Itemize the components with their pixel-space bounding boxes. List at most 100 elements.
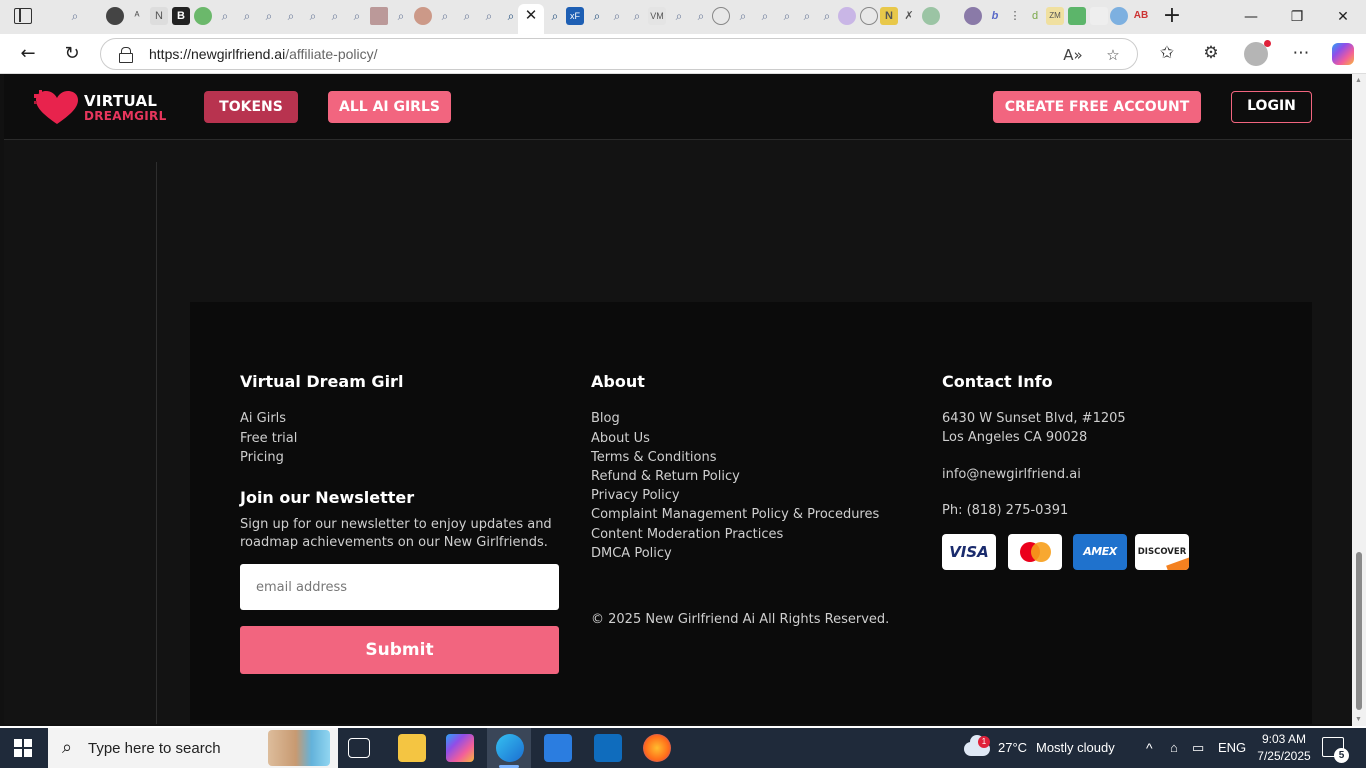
globe-tab-icon[interactable] bbox=[860, 7, 878, 25]
weather-description[interactable]: Mostly cloudy bbox=[1036, 728, 1115, 768]
tab-favicon-icon[interactable]: N bbox=[880, 7, 898, 25]
tab-favicon-icon[interactable]: ⋮ bbox=[1006, 7, 1024, 25]
firefox-icon[interactable] bbox=[643, 734, 671, 762]
refresh-icon[interactable]: ↻ bbox=[58, 40, 86, 68]
tab-favicon-icon[interactable]: ZM bbox=[1046, 7, 1064, 25]
footer-link-ai-girls[interactable]: Ai Girls bbox=[240, 411, 286, 426]
edge-browser-icon[interactable] bbox=[496, 734, 524, 762]
footer-link-blog[interactable]: Blog bbox=[591, 411, 620, 426]
footer-link-dmca-policy[interactable]: DMCA Policy bbox=[591, 546, 672, 561]
copilot-icon[interactable] bbox=[1332, 43, 1354, 65]
search-tab-icon[interactable]: ⌕ bbox=[546, 7, 564, 25]
footer-link-about-us[interactable]: About Us bbox=[591, 431, 650, 446]
footer-link-terms[interactable]: Terms & Conditions bbox=[591, 450, 717, 465]
taskbar-clock[interactable]: 9:03 AM 7/25/2025 bbox=[1256, 731, 1312, 765]
search-tab-icon[interactable]: ⌕ bbox=[282, 7, 300, 25]
tab-close-icon[interactable]: ✕ bbox=[522, 6, 540, 26]
search-tab-icon[interactable]: ⌕ bbox=[458, 7, 476, 25]
tab-actions-icon[interactable] bbox=[14, 8, 32, 24]
tab-favicon-icon[interactable]: ᴬ bbox=[128, 7, 146, 25]
search-tab-icon[interactable]: ⌕ bbox=[392, 7, 410, 25]
new-tab-button[interactable]: + bbox=[1160, 4, 1184, 28]
mail-tab-icon[interactable] bbox=[370, 7, 388, 25]
openai-tab-icon[interactable] bbox=[106, 7, 124, 25]
search-tab-icon[interactable]: ⌕ bbox=[628, 7, 646, 25]
all-ai-girls-button[interactable]: ALL AI GIRLS bbox=[328, 91, 451, 123]
login-button[interactable]: LOGIN bbox=[1231, 91, 1312, 123]
footer-link-privacy-policy[interactable]: Privacy Policy bbox=[591, 488, 680, 503]
microsoft-store-icon[interactable] bbox=[544, 734, 572, 762]
search-tab-icon[interactable]: ⌕ bbox=[588, 7, 606, 25]
search-tab-icon[interactable]: ⌕ bbox=[670, 7, 688, 25]
cookie-tab-icon[interactable] bbox=[414, 7, 432, 25]
search-tab-icon[interactable]: ⌕ bbox=[798, 7, 816, 25]
tokens-button[interactable]: TOKENS bbox=[204, 91, 298, 123]
footer-link-pricing[interactable]: Pricing bbox=[240, 450, 284, 465]
search-tab-icon[interactable]: ⌕ bbox=[216, 7, 234, 25]
notion-tab-icon[interactable]: N bbox=[150, 7, 168, 25]
scroll-up-arrow-icon[interactable]: ▲ bbox=[1355, 77, 1362, 84]
address-bar[interactable]: https://newgirlfriend.ai/affiliate-polic… bbox=[100, 38, 1138, 70]
tab-favicon-icon[interactable]: ✗ bbox=[900, 7, 918, 25]
tab-favicon-icon[interactable]: d bbox=[1026, 7, 1044, 25]
search-tab-icon[interactable]: ⌕ bbox=[326, 7, 344, 25]
site-logo[interactable]: VIRTUAL DREAMGIRL bbox=[32, 88, 172, 126]
outlook-icon[interactable] bbox=[594, 734, 622, 762]
more-menu-icon[interactable]: ⋯ bbox=[1288, 40, 1314, 66]
search-tab-icon[interactable]: ⌕ bbox=[692, 7, 710, 25]
tab-favicon-icon[interactable] bbox=[964, 7, 982, 25]
back-arrow-icon[interactable]: ← bbox=[14, 40, 42, 68]
tab-favicon-icon[interactable] bbox=[922, 7, 940, 25]
search-tab-icon[interactable]: ⌕ bbox=[436, 7, 454, 25]
maximize-button[interactable]: ❐ bbox=[1274, 0, 1320, 34]
taskbar-search-box[interactable]: ⌕ Type here to search bbox=[48, 728, 338, 768]
lock-icon[interactable] bbox=[119, 47, 133, 63]
excel-tab-icon[interactable]: xF bbox=[566, 7, 584, 25]
language-indicator[interactable]: ENG bbox=[1218, 728, 1246, 768]
create-free-account-button[interactable]: CREATE FREE ACCOUNT bbox=[993, 91, 1201, 123]
search-tab-icon[interactable]: ⌕ bbox=[260, 7, 278, 25]
footer-link-refund-policy[interactable]: Refund & Return Policy bbox=[591, 469, 740, 484]
search-tab-icon[interactable]: ⌕ bbox=[304, 7, 322, 25]
search-tab-icon[interactable]: ⌕ bbox=[734, 7, 752, 25]
favorite-star-icon[interactable]: ☆ bbox=[1101, 43, 1125, 67]
profile-avatar[interactable] bbox=[1244, 40, 1271, 66]
vm-tab-icon[interactable]: VM bbox=[648, 7, 666, 25]
tab-favicon-icon[interactable] bbox=[1068, 7, 1086, 25]
newsletter-email-input[interactable] bbox=[240, 564, 559, 610]
battery-icon[interactable]: ▭ bbox=[1192, 728, 1204, 768]
tab-favicon-icon[interactable]: b bbox=[986, 7, 1004, 25]
close-window-button[interactable]: ✕ bbox=[1320, 0, 1366, 34]
read-aloud-icon[interactable]: A» bbox=[1061, 43, 1085, 67]
search-tab-icon[interactable]: ⌕ bbox=[608, 7, 626, 25]
minimize-button[interactable]: — bbox=[1228, 0, 1274, 34]
windows-start-icon[interactable] bbox=[14, 739, 32, 757]
globe-tab-icon[interactable] bbox=[712, 7, 730, 25]
page-scrollbar[interactable]: ▲ ▼ bbox=[1352, 74, 1366, 726]
search-tab-icon[interactable]: ⌕ bbox=[66, 7, 84, 25]
network-icon[interactable]: ⌂ bbox=[1170, 728, 1178, 768]
task-view-icon[interactable] bbox=[348, 738, 370, 758]
footer-link-complaint-policy[interactable]: Complaint Management Policy & Procedures bbox=[591, 507, 879, 522]
tab-favicon-icon[interactable]: AB bbox=[1132, 7, 1150, 25]
scroll-down-arrow-icon[interactable]: ▼ bbox=[1355, 716, 1362, 723]
search-tab-icon[interactable]: ⌕ bbox=[238, 7, 256, 25]
maps-tab-icon[interactable] bbox=[194, 7, 212, 25]
show-hidden-icons-chevron[interactable]: ^ bbox=[1146, 728, 1153, 768]
search-tab-icon[interactable]: ⌕ bbox=[778, 7, 796, 25]
contact-email-link[interactable]: info@newgirlfriend.ai bbox=[942, 467, 1081, 482]
footer-link-content-moderation[interactable]: Content Moderation Practices bbox=[591, 527, 783, 542]
tab-favicon-icon[interactable] bbox=[838, 7, 856, 25]
search-tab-icon[interactable]: ⌕ bbox=[756, 7, 774, 25]
search-tab-icon[interactable]: ⌕ bbox=[348, 7, 366, 25]
url-text[interactable]: https://newgirlfriend.ai/affiliate-polic… bbox=[149, 46, 378, 62]
search-tab-icon[interactable]: ⌕ bbox=[818, 7, 836, 25]
favorites-icon[interactable]: ✩ bbox=[1154, 40, 1180, 66]
tab-favicon-icon[interactable] bbox=[1090, 7, 1108, 25]
copilot-taskbar-icon[interactable] bbox=[446, 734, 474, 762]
extensions-icon[interactable]: ⚙ bbox=[1198, 40, 1224, 66]
scrollbar-thumb[interactable] bbox=[1356, 552, 1362, 710]
search-tab-icon[interactable]: ⌕ bbox=[480, 7, 498, 25]
weather-temperature[interactable]: 27°C bbox=[998, 728, 1027, 768]
file-explorer-icon[interactable] bbox=[398, 734, 426, 762]
